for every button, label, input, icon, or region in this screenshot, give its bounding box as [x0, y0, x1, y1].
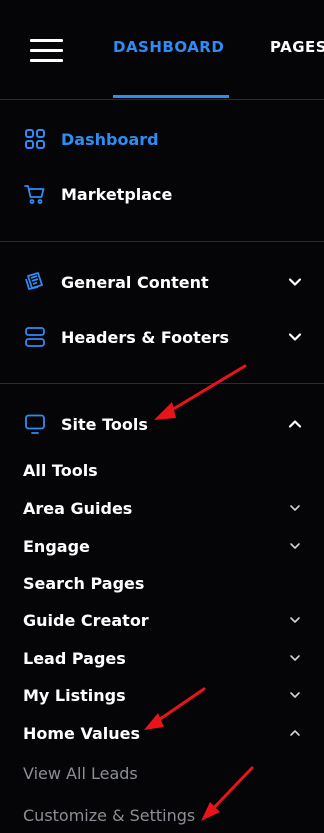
- sidebar-item-marketplace[interactable]: Marketplace: [0, 176, 324, 212]
- home-values-item-customize-settings[interactable]: Customize & Settings: [0, 800, 324, 830]
- chevron-down-icon[interactable]: [288, 688, 302, 702]
- list-item-label: Guide Creator: [23, 610, 149, 630]
- list-item-label: Area Guides: [23, 498, 133, 518]
- list-item-label: View All Leads: [23, 763, 138, 783]
- divider: [0, 241, 324, 242]
- annotation-arrow-icon: [154, 364, 247, 420]
- site-tools-item-area-guides[interactable]: Area Guides: [0, 493, 324, 523]
- top-bar: DASHBOARD PAGES: [0, 0, 324, 100]
- sidebar-section-general-content[interactable]: General Content: [0, 264, 324, 300]
- list-item-label: Search Pages: [23, 573, 145, 593]
- site-tools-item-guide-creator[interactable]: Guide Creator: [0, 605, 324, 635]
- annotation-arrow-icon: [144, 687, 206, 730]
- chevron-down-icon[interactable]: [288, 651, 302, 665]
- active-tab-indicator: [113, 95, 229, 98]
- list-item-label: Customize & Settings: [23, 805, 196, 825]
- chevron-down-icon[interactable]: [288, 501, 302, 515]
- tab-dashboard[interactable]: DASHBOARD: [113, 38, 224, 56]
- home-values-item-view-all-leads[interactable]: View All Leads: [0, 758, 324, 788]
- cart-icon: [24, 185, 45, 204]
- sidebar-item-label: Site Tools: [61, 414, 148, 434]
- chevron-up-icon[interactable]: [286, 415, 304, 433]
- sidebar-item-label: Marketplace: [61, 184, 173, 204]
- document-stack-icon: [25, 272, 43, 290]
- list-item-label: My Listings: [23, 685, 126, 705]
- chevron-down-icon[interactable]: [288, 613, 302, 627]
- hamburger-menu-icon[interactable]: [30, 39, 63, 63]
- monitor-icon: [25, 414, 45, 434]
- site-tools-item-lead-pages[interactable]: Lead Pages: [0, 643, 324, 673]
- sidebar-item-label: Headers & Footers: [61, 327, 230, 347]
- site-tools-item-engage[interactable]: Engage: [0, 531, 324, 561]
- chevron-down-icon[interactable]: [288, 539, 302, 553]
- grid-icon: [25, 129, 45, 149]
- annotation-arrow-icon: [201, 766, 254, 821]
- chevron-down-icon[interactable]: [286, 328, 304, 346]
- sidebar-item-label: General Content: [61, 272, 209, 292]
- layout-rows-icon: [25, 327, 45, 347]
- list-item-label: Home Values: [23, 723, 141, 743]
- sidebar-item-label: Dashboard: [61, 129, 159, 149]
- chevron-up-icon[interactable]: [288, 726, 302, 740]
- chevron-down-icon[interactable]: [286, 273, 304, 291]
- sidebar-section-headers-footers[interactable]: Headers & Footers: [0, 319, 324, 355]
- site-tools-item-search-pages[interactable]: Search Pages: [0, 568, 324, 598]
- tab-pages[interactable]: PAGES: [270, 38, 324, 56]
- site-tools-item-all-tools[interactable]: All Tools: [0, 455, 324, 485]
- list-item-label: All Tools: [23, 460, 98, 480]
- list-item-label: Lead Pages: [23, 648, 126, 668]
- sidebar-item-dashboard[interactable]: Dashboard: [0, 121, 324, 157]
- list-item-label: Engage: [23, 536, 90, 556]
